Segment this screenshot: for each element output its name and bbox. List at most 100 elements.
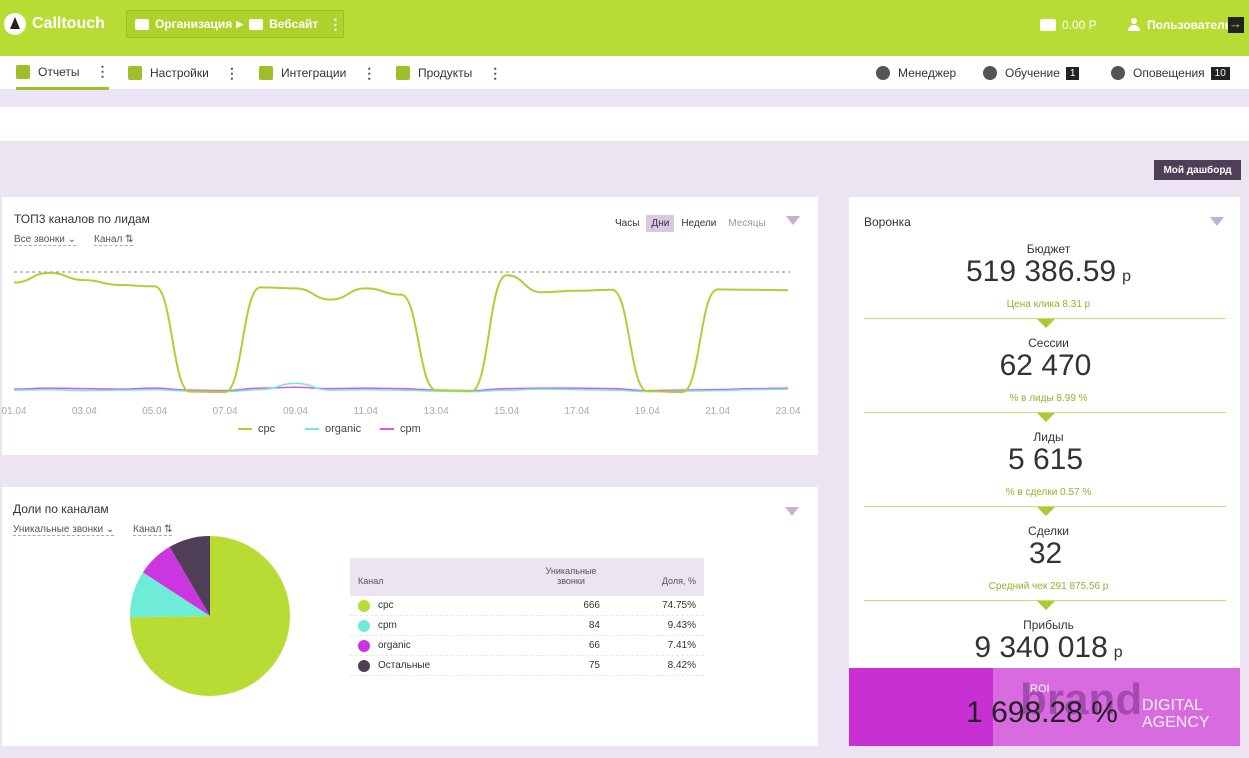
table-row[interactable]: cpm 84 9.43% bbox=[350, 616, 704, 636]
legend-cpc[interactable]: cpc bbox=[238, 423, 275, 435]
x-tick-label: 03.04 bbox=[72, 406, 97, 417]
period-days[interactable]: Дни bbox=[646, 215, 675, 232]
top-channels-line-chart: 01.04 03.04 05.04 07.04 09.04 11.04 13.04 15.04… bbox=[1, 271, 801, 417]
more-icon[interactable]: ⋮ bbox=[225, 65, 239, 82]
funnel-step-label: Лиды bbox=[1033, 430, 1064, 444]
filter-funnel-icon[interactable] bbox=[1210, 217, 1224, 226]
legend-cpc-label: cpc bbox=[258, 423, 276, 435]
table-row[interactable]: cpc 666 74.75% bbox=[350, 596, 704, 616]
table-row[interactable]: Остальные 75 8.42% bbox=[350, 656, 704, 676]
graduation-cap-icon bbox=[983, 66, 997, 80]
user-label: Пользователь bbox=[1147, 18, 1233, 32]
unique-calls-filter[interactable]: Уникальные звонки ⌄ bbox=[13, 524, 115, 536]
logo-icon bbox=[4, 13, 26, 35]
x-tick-label: 01.04 bbox=[1, 406, 26, 417]
nav-notifications[interactable]: Оповещения 10 bbox=[1111, 56, 1230, 90]
legend-organic[interactable]: organic bbox=[305, 423, 361, 435]
row-calls: 75 bbox=[588, 660, 600, 671]
channel-filter[interactable]: Канал ⇅ bbox=[94, 234, 134, 246]
funnel-step-label: Бюджет bbox=[1026, 242, 1071, 256]
funnel-step-value: 62 470 bbox=[862, 349, 1235, 383]
shares-title: Доли по каналам bbox=[13, 502, 109, 516]
period-switcher: Часы Дни Недели Месяцы bbox=[610, 215, 773, 232]
roi-label: ROI bbox=[1030, 683, 1050, 695]
more-icon[interactable]: ⋮ bbox=[95, 63, 109, 80]
settings-icon bbox=[128, 66, 142, 80]
my-dashboard-button[interactable]: Мой дашборд bbox=[1154, 160, 1241, 180]
breadcrumb-menu-icon[interactable]: ⋮ bbox=[328, 17, 342, 31]
x-tick-label: 23.04 bbox=[775, 406, 800, 417]
top-bar: Calltouch Организация ▶ Вебсайт ⋮ 0.00 Р… bbox=[0, 0, 1249, 56]
nav-training[interactable]: Обучение 1 bbox=[983, 56, 1080, 90]
logout-icon[interactable] bbox=[1228, 16, 1244, 33]
x-tick-label: 19.04 bbox=[635, 406, 660, 417]
shares-table: Канал Уникальные звонки Доля, % cpc 666 74… bbox=[350, 558, 704, 676]
nav-manager[interactable]: Менеджер bbox=[876, 56, 956, 90]
x-tick-label: 05.04 bbox=[142, 406, 167, 417]
funnel-step-value: 5 615 bbox=[862, 443, 1235, 477]
funnel-step-number: 9 340 018 bbox=[974, 631, 1108, 664]
products-icon bbox=[396, 66, 410, 80]
training-badge: 1 bbox=[1065, 66, 1080, 80]
funnel-step-sub: Цена клика 8.31 р bbox=[1006, 299, 1091, 310]
row-share: 9.43% bbox=[667, 620, 696, 631]
row-share: 74.75% bbox=[662, 600, 696, 611]
nav-training-label: Обучение bbox=[1005, 66, 1060, 80]
legend-organic-swatch bbox=[305, 428, 319, 430]
x-tick-label: 21.04 bbox=[705, 406, 730, 417]
col-channel[interactable]: Канал bbox=[358, 576, 383, 586]
col-share[interactable]: Доля, % bbox=[650, 576, 696, 586]
funnel-step-unit: р bbox=[1113, 644, 1123, 661]
breadcrumb-website[interactable]: Вебсайт bbox=[269, 17, 318, 31]
reports-icon bbox=[16, 64, 30, 79]
user-icon bbox=[1127, 18, 1141, 32]
roi-value: 1 698.28 % bbox=[966, 696, 1118, 729]
table-row[interactable]: organic 66 7.41% bbox=[350, 636, 704, 656]
x-tick-label: 17.04 bbox=[564, 406, 589, 417]
row-calls: 66 bbox=[588, 640, 600, 651]
period-hours[interactable]: Часы bbox=[610, 215, 644, 232]
nav-integrations[interactable]: Интеграции ⋮ bbox=[259, 56, 376, 90]
funnel-step-number: 5 615 bbox=[1007, 443, 1084, 476]
nav-notifications-label: Оповещения bbox=[1133, 66, 1205, 80]
channel-color-dot bbox=[358, 660, 370, 672]
row-calls: 666 bbox=[583, 600, 600, 611]
nav-products[interactable]: Продукты ⋮ bbox=[396, 56, 502, 90]
nav-reports[interactable]: Отчеты ⋮ bbox=[16, 56, 110, 90]
nav-settings[interactable]: Настройки ⋮ bbox=[128, 56, 239, 90]
funnel-step-label: Прибыль bbox=[1023, 618, 1074, 632]
table-body: cpc 666 74.75% cpm 84 9.43% organic 66 7.41% Оста… bbox=[350, 596, 704, 676]
unique-calls-filter-label: Уникальные звонки bbox=[13, 524, 104, 535]
nav-products-label: Продукты bbox=[418, 66, 473, 80]
filter-bar bbox=[0, 107, 1249, 141]
period-months[interactable]: Месяцы bbox=[723, 215, 770, 232]
more-icon[interactable]: ⋮ bbox=[488, 65, 502, 82]
period-weeks[interactable]: Недели bbox=[676, 215, 721, 232]
breadcrumb-organization[interactable]: Организация bbox=[155, 17, 232, 31]
filter-funnel-icon[interactable] bbox=[786, 216, 800, 225]
series-line-cpc[interactable] bbox=[13, 271, 789, 394]
funnel-step-number: 32 bbox=[1028, 537, 1063, 570]
calltouch-logo[interactable]: Calltouch bbox=[4, 8, 105, 40]
row-share: 7.41% bbox=[667, 640, 696, 651]
calls-filter[interactable]: Все звонки ⌄ bbox=[14, 234, 77, 246]
channel-filter-label: Канал bbox=[94, 234, 123, 245]
manager-icon bbox=[876, 66, 890, 80]
channel-color-dot bbox=[358, 600, 370, 612]
user-menu[interactable]: Пользователь bbox=[1127, 18, 1232, 32]
legend-organic-label: organic bbox=[325, 423, 362, 435]
project-breadcrumb[interactable]: Организация ▶ Вебсайт ⋮ bbox=[126, 10, 344, 38]
funnel-step-number: 62 470 bbox=[999, 349, 1092, 382]
integrations-icon bbox=[259, 66, 273, 80]
shares-pie-chart bbox=[130, 536, 290, 696]
more-icon[interactable]: ⋮ bbox=[362, 65, 376, 82]
chevron-right-icon: ▶ bbox=[236, 18, 244, 29]
top-channels-title: ТОП3 каналов по лидам bbox=[14, 212, 150, 226]
filter-funnel-icon[interactable] bbox=[785, 507, 799, 516]
row-channel: organic bbox=[378, 640, 411, 651]
legend-cpm[interactable]: cpm bbox=[380, 423, 421, 435]
spacer-band bbox=[0, 91, 1249, 107]
col-unique-calls[interactable]: Уникальные звонки bbox=[540, 566, 602, 586]
balance[interactable]: 0.00 Р bbox=[1040, 18, 1097, 32]
logo-text: Calltouch bbox=[32, 15, 105, 32]
